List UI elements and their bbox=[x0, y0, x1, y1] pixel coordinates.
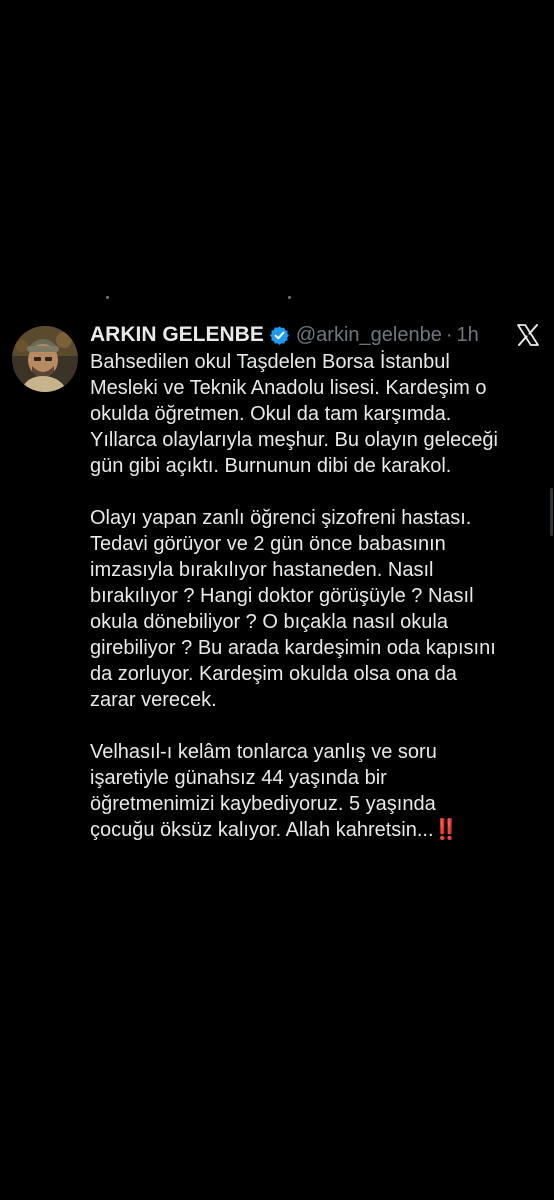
separator-dot: · bbox=[445, 323, 453, 346]
tweet-text: Bahsedilen okul Taşdelen Borsa İstanbul … bbox=[90, 349, 542, 843]
verified-badge-icon bbox=[269, 325, 290, 346]
scrollbar[interactable] bbox=[550, 488, 553, 536]
avatar[interactable] bbox=[12, 326, 78, 392]
tweet[interactable]: ARKIN GELENBE @arkin_gelenbe · 1h Bahsed… bbox=[0, 296, 554, 916]
tweet-header: ARKIN GELENBE @arkin_gelenbe · 1h bbox=[90, 320, 479, 350]
author-name[interactable]: ARKIN GELENBE bbox=[90, 323, 264, 347]
tweet-paragraph: Olayı yapan zanlı öğrenci şizofreni hast… bbox=[90, 507, 496, 711]
double-exclamation-emoji: ‼️ bbox=[433, 819, 459, 841]
tweet-timestamp[interactable]: 1h bbox=[457, 324, 479, 347]
tweet-paragraph: Velhasıl-ı kelâm tonlarca yanlış ve soru… bbox=[90, 739, 542, 843]
tweet-paragraph-text: Velhasıl-ı kelâm tonlarca yanlış ve soru… bbox=[90, 741, 437, 841]
x-logo-icon[interactable] bbox=[516, 323, 540, 347]
tweet-paragraph: Bahsedilen okul Taşdelen Borsa İstanbul … bbox=[90, 351, 498, 477]
author-handle[interactable]: @arkin_gelenbe bbox=[296, 324, 442, 347]
previous-tweet-fragment bbox=[100, 296, 300, 300]
